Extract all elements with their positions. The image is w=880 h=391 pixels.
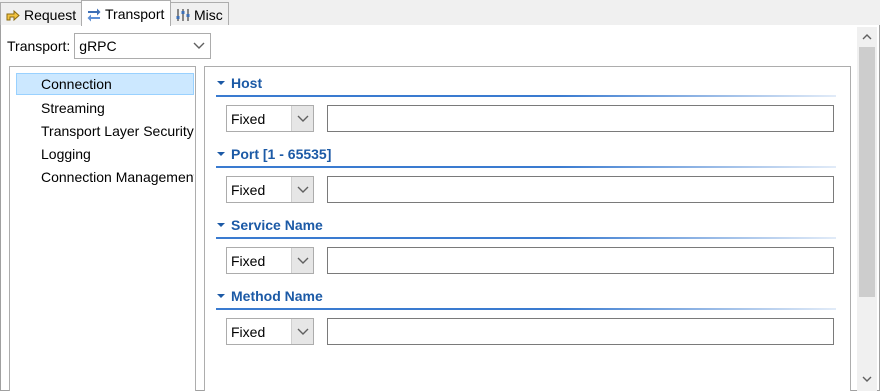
collapse-triangle-icon bbox=[216, 293, 228, 299]
settings-nav-list: Connection Streaming Transport Layer Sec… bbox=[9, 66, 196, 391]
port-input[interactable] bbox=[327, 176, 834, 203]
section-divider bbox=[216, 166, 836, 168]
nav-item-streaming[interactable]: Streaming bbox=[16, 97, 194, 119]
collapse-triangle-icon bbox=[216, 151, 228, 157]
section-divider bbox=[216, 308, 836, 310]
scroll-down-button[interactable] bbox=[857, 369, 877, 389]
chevron-down-icon bbox=[291, 248, 313, 273]
nav-item-connection-management[interactable]: Connection Management bbox=[16, 166, 194, 188]
scroll-up-button[interactable] bbox=[857, 27, 877, 47]
method-name-mode-value: Fixed bbox=[231, 323, 266, 340]
chevron-down-icon bbox=[188, 34, 211, 58]
host-input[interactable] bbox=[327, 105, 834, 132]
nav-item-logging[interactable]: Logging bbox=[16, 143, 194, 165]
vertical-scrollbar[interactable] bbox=[857, 27, 877, 391]
service-name-input[interactable] bbox=[327, 247, 834, 274]
tab-request-label: Request bbox=[24, 6, 77, 23]
chevron-down-icon bbox=[291, 177, 313, 202]
service-name-mode-select[interactable]: Fixed bbox=[226, 247, 314, 274]
host-mode-select[interactable]: Fixed bbox=[226, 105, 314, 132]
host-mode-value: Fixed bbox=[231, 110, 266, 127]
section-host-title: Host bbox=[231, 75, 263, 91]
section-method-name-header[interactable]: Method Name bbox=[216, 286, 323, 306]
transport-label: Transport: bbox=[7, 38, 71, 54]
scrollbar-thumb[interactable] bbox=[859, 47, 875, 297]
tab-misc[interactable]: Misc bbox=[170, 2, 229, 26]
chevron-down-icon bbox=[291, 319, 313, 344]
section-port-header[interactable]: Port [1 - 65535] bbox=[216, 144, 331, 164]
tab-request[interactable]: Request bbox=[0, 2, 82, 26]
section-method-name-title: Method Name bbox=[231, 288, 323, 304]
misc-sliders-icon bbox=[175, 7, 191, 23]
tab-misc-label: Misc bbox=[194, 6, 223, 23]
transport-select[interactable]: gRPC bbox=[74, 33, 212, 59]
nav-item-connection[interactable]: Connection bbox=[16, 73, 194, 95]
transport-arrows-icon bbox=[86, 6, 102, 22]
method-name-input[interactable] bbox=[327, 318, 834, 345]
section-port-title: Port [1 - 65535] bbox=[231, 146, 332, 162]
tab-bar: Request Transport Misc bbox=[0, 0, 880, 26]
section-service-name-title: Service Name bbox=[231, 217, 323, 233]
transport-select-value: gRPC bbox=[79, 38, 117, 54]
section-divider bbox=[216, 95, 836, 97]
nav-item-transport-layer-security[interactable]: Transport Layer Security bbox=[16, 120, 194, 142]
section-divider bbox=[216, 237, 836, 239]
section-host-header[interactable]: Host bbox=[216, 73, 262, 93]
collapse-triangle-icon bbox=[216, 80, 228, 86]
section-service-name-header[interactable]: Service Name bbox=[216, 215, 323, 235]
tab-transport[interactable]: Transport bbox=[81, 0, 171, 26]
port-mode-select[interactable]: Fixed bbox=[226, 176, 314, 203]
request-arrow-icon bbox=[5, 7, 21, 23]
service-name-mode-value: Fixed bbox=[231, 252, 266, 269]
tab-transport-label: Transport bbox=[105, 5, 165, 22]
chevron-down-icon bbox=[291, 106, 313, 131]
port-mode-value: Fixed bbox=[231, 181, 266, 198]
collapse-triangle-icon bbox=[216, 222, 228, 228]
transport-row: Transport: gRPC bbox=[7, 33, 212, 59]
method-name-mode-select[interactable]: Fixed bbox=[226, 318, 314, 345]
